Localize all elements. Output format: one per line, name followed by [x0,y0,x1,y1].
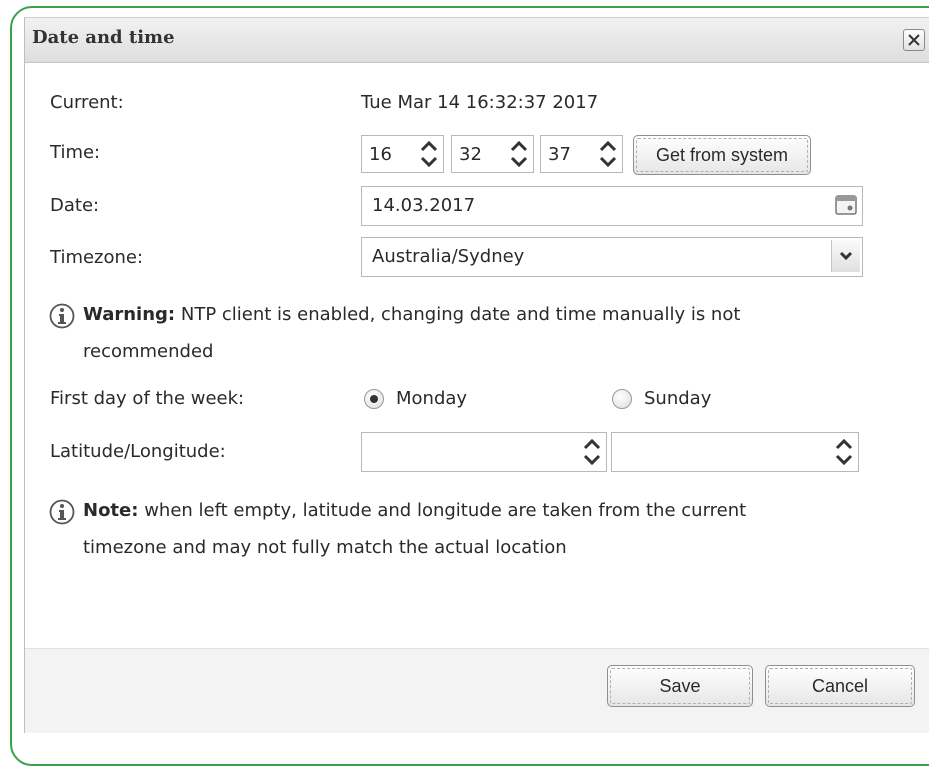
seconds-spin-control[interactable] [594,136,622,172]
hours-spin-control[interactable] [415,136,443,172]
timezone-select[interactable]: Australia/Sydney [361,237,863,277]
longitude-stepper[interactable] [611,432,859,472]
warning-text-line2: recommended [83,341,214,362]
seconds-stepper[interactable]: 37 [540,135,623,173]
info-icon [49,499,75,525]
latitude-stepper[interactable] [361,432,607,472]
close-icon [908,34,920,46]
save-button[interactable]: Save [607,665,753,707]
timezone-dropdown-button[interactable] [831,240,860,272]
dialog-footer: Save Cancel [25,648,929,733]
latitude-spin-control[interactable] [578,433,606,471]
time-label: Time: [50,142,101,163]
chevron-down-icon [839,251,853,261]
seconds-value: 37 [548,144,571,165]
latlon-label: Latitude/Longitude: [50,441,226,462]
date-label: Date: [50,195,100,216]
hours-value: 16 [369,144,392,165]
longitude-spin-control[interactable] [830,433,858,471]
spin-arrows-icon [420,140,438,168]
timezone-value: Australia/Sydney [372,246,525,267]
minutes-stepper[interactable]: 32 [451,135,534,173]
timezone-label: Timezone: [50,247,144,268]
spin-arrows-icon [599,140,617,168]
radio-monday-label[interactable]: Monday [396,388,467,409]
note-bold: Note: [83,500,139,521]
date-time-dialog: Date and time Current: Tue Mar 14 16:32:… [24,17,929,733]
date-picker-button[interactable] [834,193,858,217]
info-icon [49,303,75,329]
current-value: Tue Mar 14 16:32:37 2017 [361,92,599,113]
hours-stepper[interactable]: 16 [361,135,444,173]
spin-arrows-icon [583,438,601,466]
close-button[interactable] [903,29,925,51]
radio-monday[interactable] [364,389,384,409]
first-day-label: First day of the week: [50,388,245,409]
minutes-spin-control[interactable] [505,136,533,172]
cancel-button[interactable]: Cancel [765,665,915,707]
spin-arrows-icon [510,140,528,168]
note-text-line2: timezone and may not fully match the act… [83,537,567,558]
note-text-line1: when left empty, latitude and longitude … [144,500,747,521]
note-message: Note: when left empty, latitude and long… [83,495,883,526]
spin-arrows-icon [835,438,853,466]
radio-sunday-label[interactable]: Sunday [644,388,711,409]
date-field[interactable]: 14.03.2017 [361,186,863,226]
warning-message: Warning: NTP client is enabled, changing… [83,299,873,330]
dialog-title: Date and time [32,27,175,48]
current-label: Current: [50,92,124,113]
radio-sunday[interactable] [612,389,632,409]
warning-text-line1: NTP client is enabled, changing date and… [180,304,741,325]
radio-selected-dot [370,395,378,403]
minutes-value: 32 [459,144,482,165]
warning-bold: Warning: [83,304,176,325]
dialog-titlebar: Date and time [25,18,929,63]
calendar-icon [835,195,857,215]
date-value: 14.03.2017 [372,195,476,216]
get-from-system-button[interactable]: Get from system [633,135,811,175]
